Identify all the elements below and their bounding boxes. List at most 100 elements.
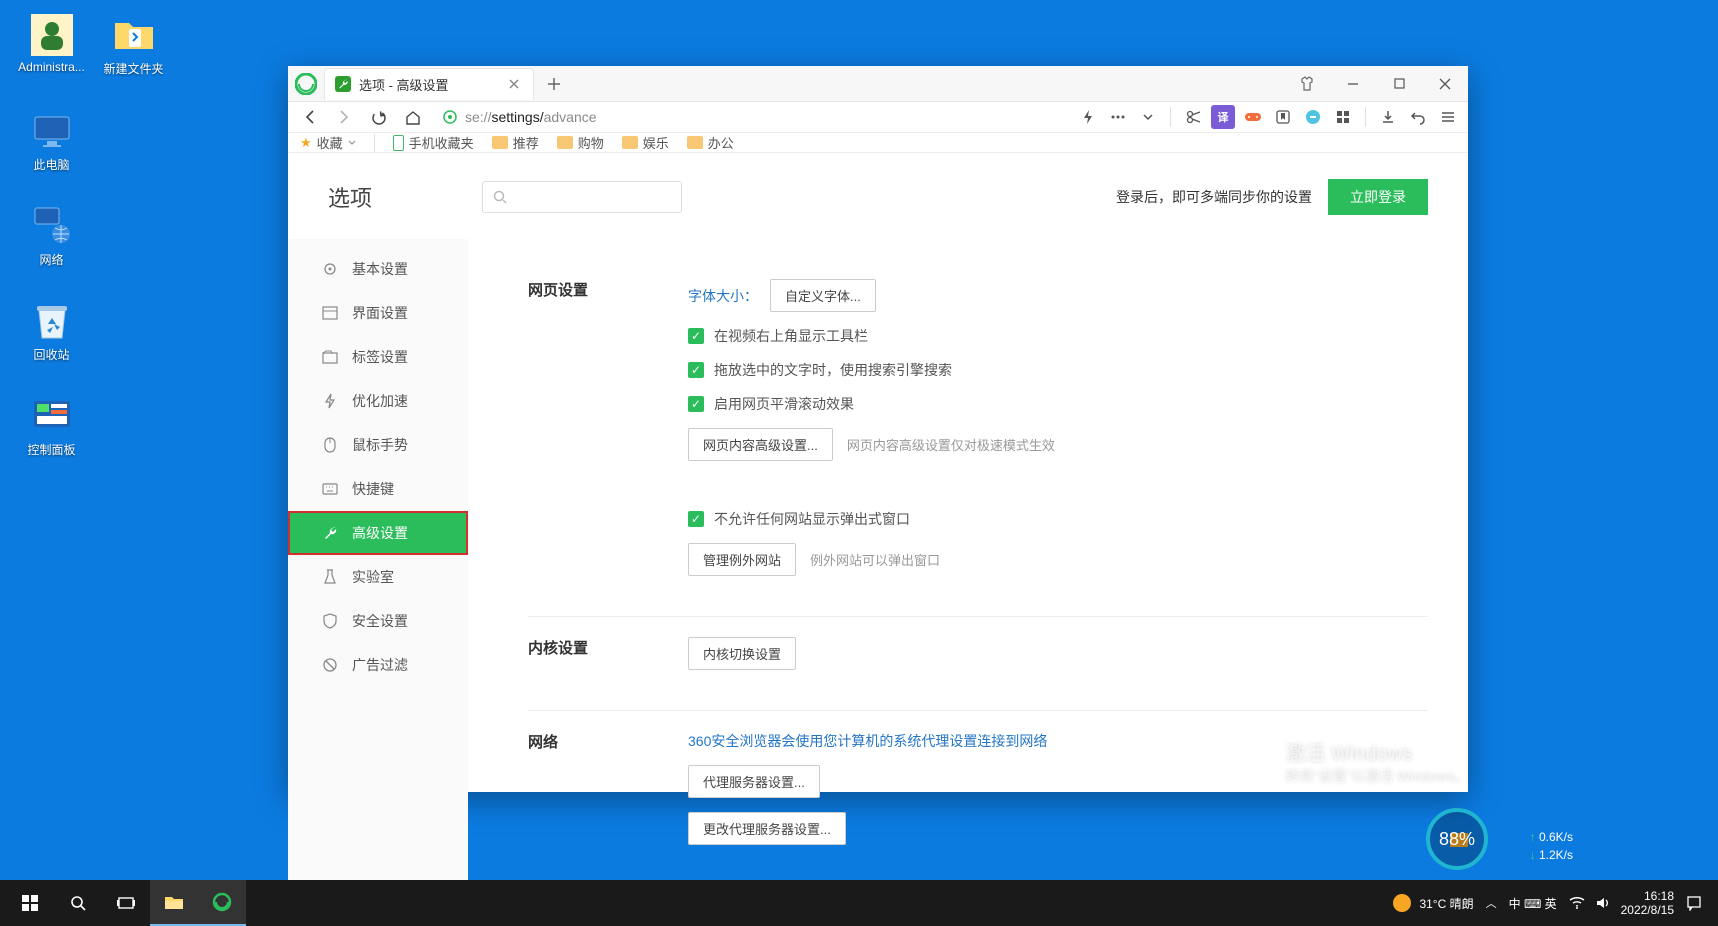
settings-content[interactable]: 网页设置 字体大小： 自定义字体... ✓在视频右上角显示工具栏 ✓拖放选中的文… <box>468 239 1468 925</box>
login-tip: 登录后，即可多端同步你的设置 <box>1116 187 1312 207</box>
flash-icon[interactable] <box>1076 105 1100 129</box>
bookmark-folder[interactable]: 推荐 <box>492 133 539 152</box>
checkbox-video-toolbar[interactable]: ✓在视频右上角显示工具栏 <box>688 326 1428 346</box>
translate-icon[interactable]: 译 <box>1211 105 1235 129</box>
ime-indicator[interactable]: 中 ⌨ 英 <box>1509 895 1557 912</box>
sidebar-item-security[interactable]: 安全设置 <box>288 599 468 643</box>
wrench-icon <box>322 525 338 541</box>
network-usage-badge[interactable]: 88% <box>1426 808 1488 870</box>
desktop-icon-network[interactable]: 网络 <box>14 205 89 268</box>
wifi-icon[interactable] <box>1569 895 1585 909</box>
block-icon <box>322 657 338 673</box>
checkbox-drag-search[interactable]: ✓拖放选中的文字时，使用搜索引擎搜索 <box>688 360 1428 380</box>
sidebar-item-tabs[interactable]: 标签设置 <box>288 335 468 379</box>
secure-icon <box>443 110 457 124</box>
advanced-hint: 网页内容高级设置仅对极速模式生效 <box>847 435 1055 454</box>
forward-button[interactable] <box>330 103 358 131</box>
bookmark-folder[interactable]: 购物 <box>557 133 604 152</box>
desktop-icon-admin[interactable]: Administra... <box>14 14 89 74</box>
section-kernel: 内核设置 内核切换设置 <box>528 617 1428 711</box>
section-page-settings: 网页设置 字体大小： 自定义字体... ✓在视频右上角显示工具栏 ✓拖放选中的文… <box>528 259 1428 617</box>
undo-icon[interactable] <box>1406 105 1430 129</box>
file-explorer-task[interactable] <box>150 880 198 926</box>
clock[interactable]: 16:18 2022/8/15 <box>1621 889 1674 918</box>
desktop-icon-controlpanel[interactable]: 控制面板 <box>14 395 89 458</box>
page-title: 选项 <box>328 181 372 213</box>
sidebar-item-optimize[interactable]: 优化加速 <box>288 379 468 423</box>
back-button[interactable] <box>296 103 324 131</box>
monitor-icon <box>31 110 73 152</box>
more-icon[interactable] <box>1106 105 1130 129</box>
scissors-icon[interactable] <box>1181 105 1205 129</box>
login-button[interactable]: 立即登录 <box>1328 179 1428 215</box>
titlebar: 选项 - 高级设置 <box>288 66 1468 102</box>
mobile-bookmarks[interactable]: 手机收藏夹 <box>393 133 474 152</box>
bookmark-folder[interactable]: 办公 <box>687 133 734 152</box>
settings-search-input[interactable] <box>482 181 682 213</box>
flask-icon <box>322 569 338 585</box>
desktop-icon-recycle[interactable]: 回收站 <box>14 300 89 363</box>
browser-task[interactable] <box>198 880 246 926</box>
checkbox-smooth-scroll[interactable]: ✓启用网页平滑滚动效果 <box>688 394 1428 414</box>
exceptions-hint: 例外网站可以弹出窗口 <box>810 550 940 569</box>
sidebar-item-advanced[interactable]: 高级设置 <box>288 511 468 555</box>
bookmark-rect-icon[interactable] <box>1271 105 1295 129</box>
network-speed: 0.6K/s 1.2K/s <box>1530 828 1573 864</box>
home-button[interactable] <box>398 103 426 131</box>
custom-font-button[interactable]: 自定义字体... <box>770 279 876 312</box>
sidebar-item-basic[interactable]: 基本设置 <box>288 247 468 291</box>
network-globe-icon <box>31 205 73 247</box>
desktop-icon-newfolder[interactable]: 新建文件夹 <box>96 14 171 77</box>
tray-icons[interactable] <box>1569 895 1609 911</box>
page-header: 选项 登录后，即可多端同步你的设置 立即登录 <box>288 153 1468 239</box>
sidebar-item-mouse[interactable]: 鼠标手势 <box>288 423 468 467</box>
windows-activation-watermark: 激活 Windows 转到"设置"以激活 Windows。 <box>1285 737 1468 786</box>
volume-icon[interactable] <box>1595 895 1609 911</box>
shield-icon <box>322 613 338 629</box>
sidebar-item-interface[interactable]: 界面设置 <box>288 291 468 335</box>
close-icon[interactable] <box>505 75 523 93</box>
favorites-menu[interactable]: ★收藏 <box>300 133 356 152</box>
browser-tab[interactable]: 选项 - 高级设置 <box>324 68 534 100</box>
mouse-icon <box>322 437 338 453</box>
maximize-button[interactable] <box>1376 66 1422 102</box>
recycle-bin-icon <box>31 300 73 342</box>
sidebar-item-lab[interactable]: 实验室 <box>288 555 468 599</box>
desktop-icon-thispc[interactable]: 此电脑 <box>14 110 89 173</box>
font-size-label: 字体大小： <box>688 286 758 306</box>
network-status-icon[interactable] <box>1301 105 1325 129</box>
weather-widget[interactable]: 31°C 晴朗 <box>1393 894 1473 912</box>
proxy-settings-button[interactable]: 代理服务器设置... <box>688 765 820 798</box>
search-button[interactable] <box>54 880 102 926</box>
menu-icon[interactable] <box>1436 105 1460 129</box>
control-panel-icon <box>31 395 73 437</box>
kernel-switch-button[interactable]: 内核切换设置 <box>688 637 796 670</box>
flash-icon <box>322 393 338 409</box>
close-button[interactable] <box>1422 66 1468 102</box>
new-tab-button[interactable] <box>540 70 568 98</box>
settings-sidebar: 基本设置 界面设置 标签设置 优化加速 鼠标手势 快捷键 高级设置 实验室 安全… <box>288 239 468 925</box>
start-button[interactable] <box>6 880 54 926</box>
sidebar-item-adblock[interactable]: 广告过滤 <box>288 643 468 687</box>
checkbox-block-popups[interactable]: ✓不允许任何网站显示弹出式窗口 <box>688 509 1428 529</box>
url-bar[interactable]: se://settings/advance <box>432 102 1070 132</box>
download-icon[interactable] <box>1376 105 1400 129</box>
bookmarks-bar: ★收藏 手机收藏夹 推荐 购物 娱乐 办公 <box>288 133 1468 153</box>
task-view-button[interactable] <box>102 880 150 926</box>
minimize-button[interactable] <box>1330 66 1376 102</box>
skin-button[interactable] <box>1284 66 1330 102</box>
bookmark-folder[interactable]: 娱乐 <box>622 133 669 152</box>
manage-exceptions-button[interactable]: 管理例外网站 <box>688 543 796 576</box>
chevron-down-icon[interactable] <box>1136 105 1160 129</box>
window-icon <box>322 305 338 321</box>
reload-button[interactable] <box>364 103 392 131</box>
keyboard-icon <box>322 481 338 497</box>
change-proxy-button[interactable]: 更改代理服务器设置... <box>688 812 846 845</box>
notifications-icon[interactable] <box>1686 895 1702 911</box>
page-content-advanced-button[interactable]: 网页内容高级设置... <box>688 428 833 461</box>
tray-chevron-icon[interactable]: ︿ <box>1486 895 1497 911</box>
gamepad-icon[interactable] <box>1241 105 1265 129</box>
sidebar-item-shortcuts[interactable]: 快捷键 <box>288 467 468 511</box>
navbar: se://settings/advance 译 <box>288 102 1468 133</box>
grid-icon[interactable] <box>1331 105 1355 129</box>
